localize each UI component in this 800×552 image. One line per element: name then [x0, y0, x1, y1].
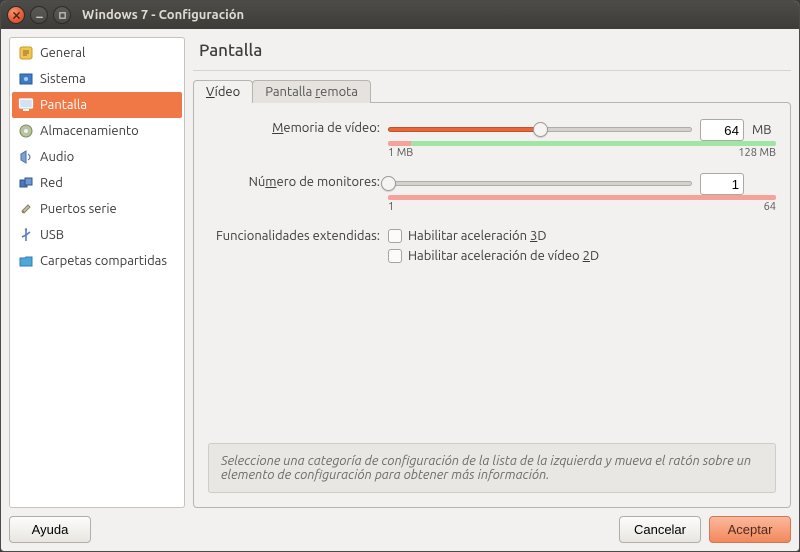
general-icon: [16, 45, 36, 61]
sidebar-item-label: Puertos serie: [40, 202, 117, 216]
label-video-memory: Memoria de vídeo:: [208, 119, 388, 135]
maximize-icon[interactable]: [53, 6, 71, 24]
row-monitor-count: Número de monitores:: [208, 173, 776, 213]
slider-video-memory[interactable]: [388, 119, 692, 141]
monitors-max: 64: [764, 201, 776, 213]
tab-page-video: Memoria de vídeo: MB: [193, 102, 791, 508]
red-icon: [16, 175, 36, 191]
checkbox-icon: [388, 249, 402, 263]
sidebar-item-label: Almacenamiento: [40, 124, 139, 138]
tabbar: Vídeo Pantalla remota: [193, 80, 791, 103]
input-video-memory[interactable]: [700, 119, 744, 141]
unit-mb: MB: [752, 123, 776, 137]
body: General Sistema Pantalla Almacenamiento Audi…: [1, 29, 799, 508]
input-monitor-count[interactable]: [700, 173, 744, 195]
sidebar-item-label: Red: [40, 176, 63, 190]
tab-video[interactable]: Vídeo: [193, 80, 253, 103]
sidebar-item-label: General: [40, 46, 85, 60]
carpetas-compartidas-icon: [16, 253, 36, 269]
sidebar-item-label: Pantalla: [40, 98, 87, 112]
sidebar: General Sistema Pantalla Almacenamiento Audi…: [9, 37, 185, 508]
minimize-icon[interactable]: [30, 6, 48, 24]
usb-icon: [16, 227, 36, 243]
audio-icon: [16, 149, 36, 165]
checkbox-icon: [388, 229, 402, 243]
sidebar-item-label: Carpetas compartidas: [40, 254, 167, 268]
sidebar-item-carpetas-compartidas[interactable]: Carpetas compartidas: [12, 248, 182, 274]
sidebar-item-label: Audio: [40, 150, 74, 164]
sidebar-item-usb[interactable]: USB: [12, 222, 182, 248]
sidebar-item-sistema[interactable]: Sistema: [12, 66, 182, 92]
pantalla-icon: [16, 97, 36, 113]
label-accel-3d: Habilitar aceleración 3D: [408, 229, 547, 243]
sidebar-item-red[interactable]: Red: [12, 170, 182, 196]
content-pane: Pantalla Vídeo Pantalla remota Memoria d…: [193, 37, 791, 508]
accept-button[interactable]: Aceptar: [709, 516, 791, 543]
label-accel-2d: Habilitar aceleración de vídeo 2D: [408, 249, 599, 263]
tab-remote-display[interactable]: Pantalla remota: [252, 80, 371, 103]
hint-panel: Seleccione una categoría de configuració…: [208, 443, 776, 493]
label-extended-features: Funcionalidades extendidas:: [208, 227, 388, 243]
monitors-min: 1: [388, 201, 394, 213]
almacenamiento-icon: [16, 123, 36, 139]
sidebar-item-puertos-serie[interactable]: Puertos serie: [12, 196, 182, 222]
row-extended-features: Funcionalidades extendidas: Habilitar ac…: [208, 227, 776, 263]
memory-max: 128 MB: [738, 147, 776, 159]
checkbox-accel-2d[interactable]: Habilitar aceleración de vídeo 2D: [388, 249, 776, 263]
cancel-button[interactable]: Cancelar: [619, 516, 701, 543]
window-title: Windows 7 - Configuración: [82, 8, 244, 22]
sidebar-item-label: USB: [40, 228, 64, 242]
sidebar-item-audio[interactable]: Audio: [12, 144, 182, 170]
settings-window: Windows 7 - Configuración General Sistema…: [0, 0, 800, 552]
titlebar[interactable]: Windows 7 - Configuración: [1, 1, 799, 29]
footer: Ayuda Cancelar Aceptar: [1, 508, 799, 551]
page-title: Pantalla: [193, 37, 791, 71]
sidebar-item-pantalla[interactable]: Pantalla: [12, 92, 182, 118]
puertos-serie-icon: [16, 201, 36, 217]
sidebar-item-almacenamiento[interactable]: Almacenamiento: [12, 118, 182, 144]
label-monitor-count: Número de monitores:: [208, 173, 388, 189]
memory-min: 1 MB: [388, 147, 413, 159]
sidebar-item-general[interactable]: General: [12, 40, 182, 66]
slider-monitor-count[interactable]: [388, 173, 692, 195]
sistema-icon: [16, 71, 36, 87]
help-button[interactable]: Ayuda: [9, 516, 91, 543]
row-video-memory: Memoria de vídeo: MB: [208, 119, 776, 159]
sidebar-item-label: Sistema: [40, 72, 86, 86]
checkbox-accel-3d[interactable]: Habilitar aceleración 3D: [388, 229, 776, 243]
close-icon[interactable]: [7, 6, 25, 24]
